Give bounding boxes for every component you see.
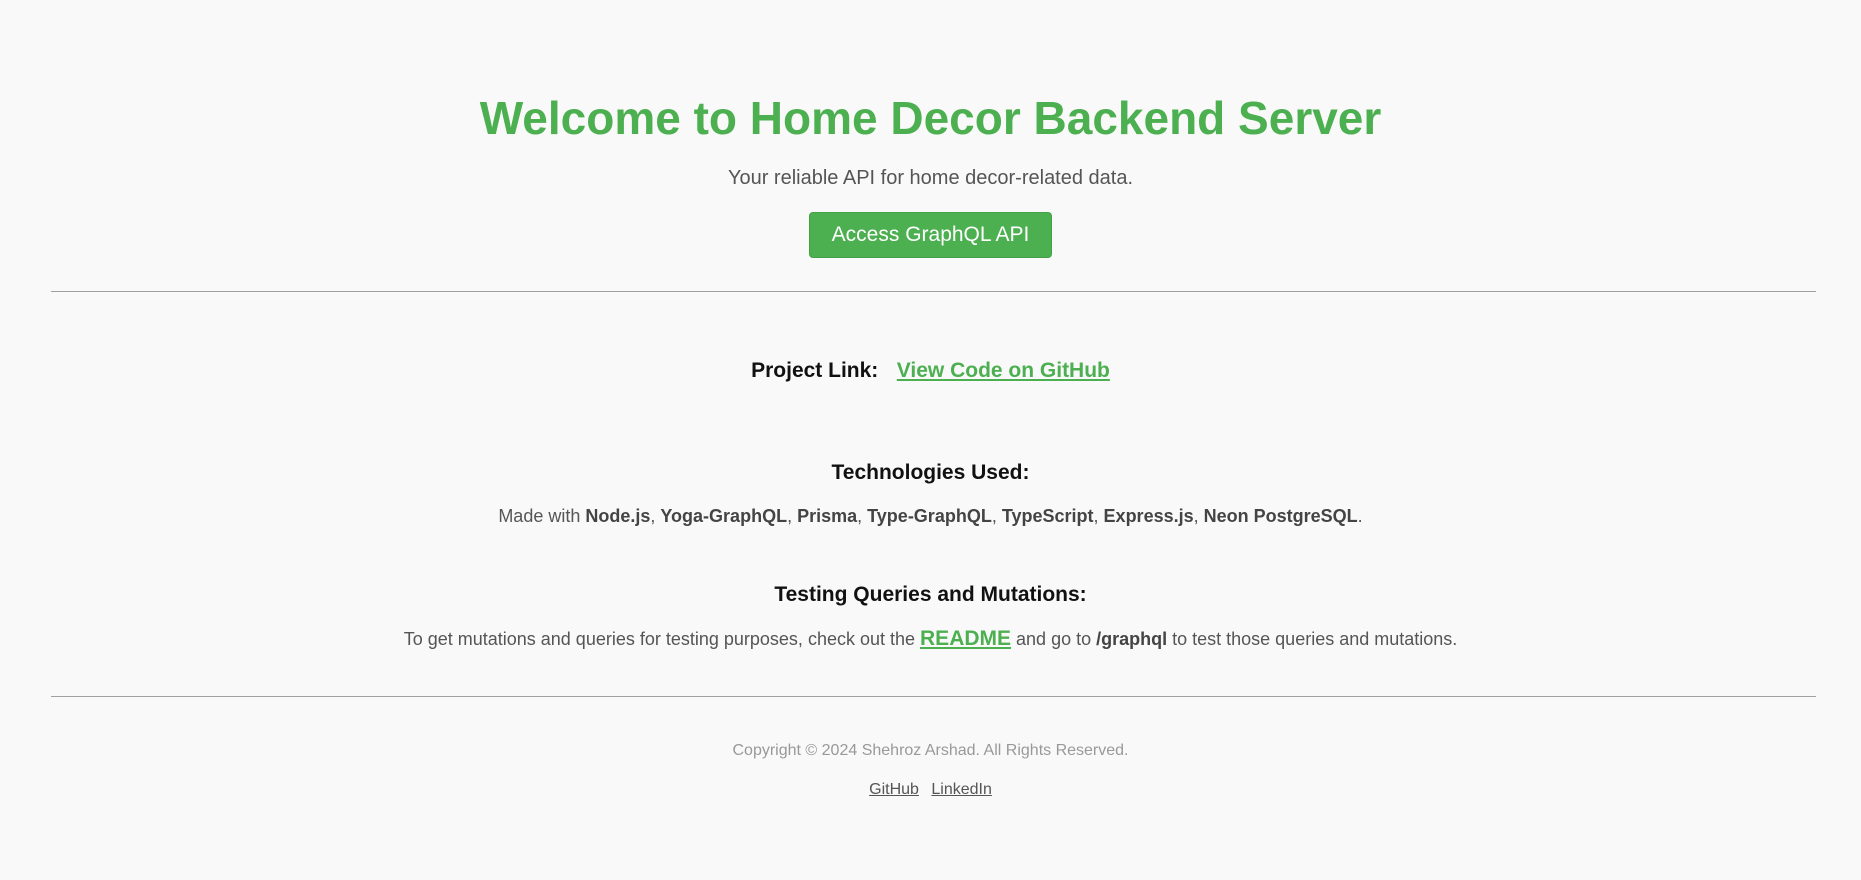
access-graphql-api-button[interactable]: Access GraphQL API bbox=[808, 212, 1053, 258]
tech-separator: , bbox=[787, 506, 798, 526]
technologies-heading: Technologies Used: bbox=[831, 461, 1030, 484]
copyright-text: Copyright © 2024 Shehroz Arshad. All Rig… bbox=[732, 742, 1129, 759]
tech-item: Node.js bbox=[585, 506, 651, 526]
testing-text-middle: and go to bbox=[1011, 629, 1097, 649]
testing-text-after: to test those queries and mutations. bbox=[1167, 629, 1458, 649]
tech-separator: , bbox=[857, 506, 868, 526]
tech-item: TypeScript bbox=[1001, 506, 1094, 526]
tech-separator: , bbox=[991, 506, 1002, 526]
project-link-row: Project Link: View Code on GitHub bbox=[0, 358, 1861, 386]
divider bbox=[51, 696, 1816, 697]
tech-separator: , bbox=[1093, 506, 1104, 526]
page: Welcome to Home Decor Backend Server You… bbox=[0, 0, 1861, 880]
footer-github-link[interactable]: GitHub bbox=[869, 781, 919, 798]
readme-link[interactable]: README bbox=[920, 627, 1011, 650]
cta-container: Access GraphQL API bbox=[0, 212, 1861, 258]
tech-separator: , bbox=[1193, 506, 1204, 526]
technologies-text: Made with Node.js, Yoga-GraphQL, Prisma,… bbox=[0, 504, 1861, 528]
testing-heading: Testing Queries and Mutations: bbox=[774, 583, 1087, 606]
tech-item: Prisma bbox=[797, 506, 858, 526]
tech-item: Neon PostgreSQL bbox=[1203, 506, 1358, 526]
page-subtitle: Your reliable API for home decor-related… bbox=[727, 167, 1134, 189]
technologies-suffix: . bbox=[1357, 506, 1363, 526]
tech-item: Yoga-GraphQL bbox=[660, 506, 788, 526]
tech-item: Type-GraphQL bbox=[867, 506, 992, 526]
page-title: Welcome to Home Decor Backend Server bbox=[479, 92, 1382, 144]
tech-separator: , bbox=[650, 506, 661, 526]
project-link-label: Project Link: bbox=[751, 359, 879, 382]
technologies-prefix: Made with bbox=[498, 506, 586, 526]
footer-linkedin-link[interactable]: LinkedIn bbox=[931, 781, 992, 798]
github-code-link[interactable]: View Code on GitHub bbox=[897, 359, 1110, 382]
graphql-route: /graphql bbox=[1096, 629, 1168, 649]
testing-text-before: To get mutations and queries for testing… bbox=[403, 629, 921, 649]
tech-item: Express.js bbox=[1103, 506, 1194, 526]
footer-links: GitHub LinkedIn bbox=[0, 780, 1861, 800]
divider bbox=[51, 291, 1816, 292]
testing-text: To get mutations and queries for testing… bbox=[0, 627, 1861, 651]
